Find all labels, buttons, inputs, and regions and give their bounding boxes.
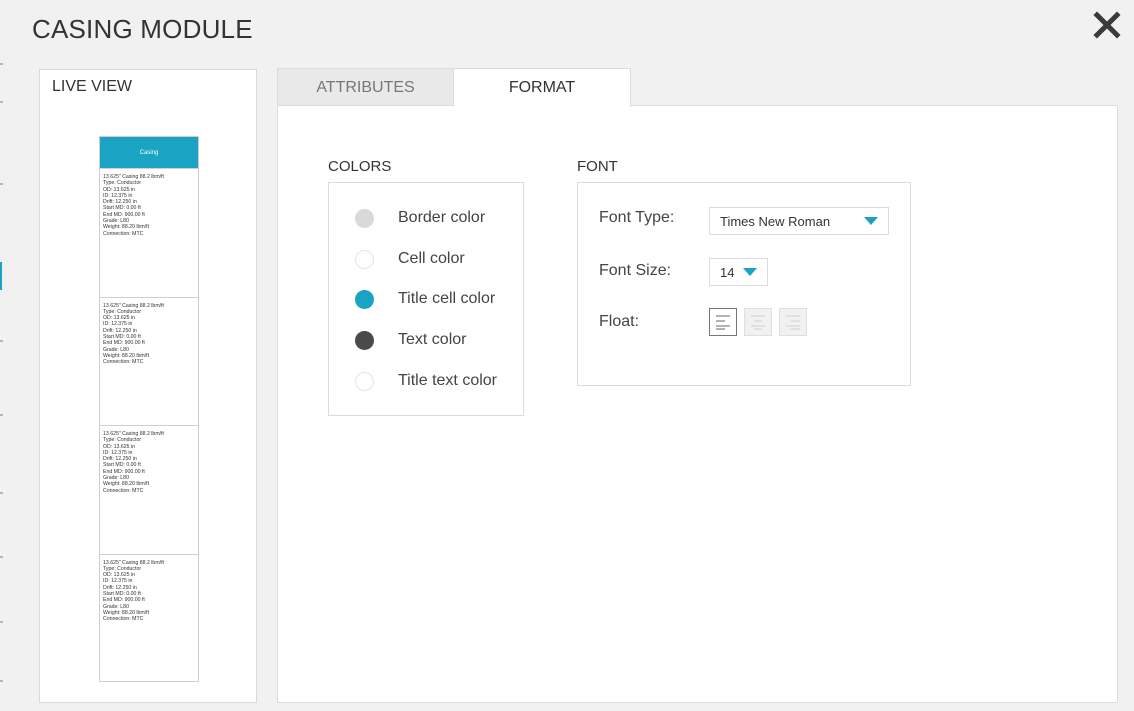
font-type-select[interactable]: Times New Roman [709, 207, 889, 235]
title-text-color-swatch[interactable] [355, 371, 374, 391]
tab-bar: ATTRIBUTES FORMAT [277, 68, 631, 107]
cell-color-swatch[interactable] [355, 249, 374, 269]
color-option-cell[interactable]: Cell color [355, 247, 465, 271]
font-type-label: Font Type: [599, 209, 675, 226]
text-color-swatch[interactable] [355, 330, 374, 350]
font-size-value: 14 [720, 264, 735, 280]
color-option-text[interactable]: Text color [355, 328, 466, 352]
font-heading: FONT [577, 158, 618, 175]
chevron-down-icon [743, 268, 757, 276]
chevron-down-icon [864, 217, 878, 225]
modal-title: CASING MODULE [32, 14, 253, 44]
preview-cell: 13.625" Casing 88.2 lbm/ft Type: Conducto… [100, 425, 198, 554]
live-view-preview-table: Casing 13.625" Casing 88.2 lbm/ft Type: C… [99, 136, 199, 682]
preview-cell: 13.625" Casing 88.2 lbm/ft Type: Conducto… [100, 553, 198, 683]
float-right-button[interactable] [779, 308, 807, 336]
border-color-swatch[interactable] [355, 208, 374, 228]
color-option-label: Title text color [398, 372, 497, 389]
float-left-button[interactable] [709, 308, 737, 336]
font-size-label: Font Size: [599, 262, 672, 279]
align-center-icon [751, 315, 765, 330]
tab-attributes[interactable]: ATTRIBUTES [277, 68, 454, 106]
float-label: Float: [599, 313, 640, 330]
color-option-border[interactable]: Border color [355, 206, 485, 230]
font-box: Font Type: Times New Roman Font Size: 14… [577, 182, 911, 386]
window-edge [0, 0, 3, 711]
close-button[interactable] [1090, 8, 1124, 42]
align-right-icon [786, 315, 800, 330]
live-view-panel: LIVE VIEW Casing 13.625" Casing 88.2 lbm… [39, 69, 257, 703]
font-type-value: Times New Roman [720, 213, 831, 229]
color-option-label: Cell color [398, 250, 465, 267]
font-size-select[interactable]: 14 [709, 258, 768, 286]
colors-heading: COLORS [328, 158, 392, 175]
close-icon [1093, 11, 1121, 39]
tab-format[interactable]: FORMAT [454, 68, 631, 107]
align-left-icon [716, 315, 730, 330]
color-option-label: Border color [398, 209, 486, 226]
preview-cell: 13.625" Casing 88.2 lbm/ft Type: Conducto… [100, 168, 198, 297]
title-cell-color-swatch[interactable] [355, 289, 374, 309]
colors-box: Border color Cell color Title cell color… [328, 182, 524, 416]
live-view-title: LIVE VIEW [52, 78, 133, 95]
preview-title-cell: Casing [100, 137, 198, 168]
color-option-title-cell[interactable]: Title cell color [355, 287, 495, 311]
preview-cell: 13.625" Casing 88.2 lbm/ft Type: Conducto… [100, 296, 198, 426]
color-option-title-text[interactable]: Title text color [355, 369, 497, 393]
format-panel: COLORS Border color Cell color Title cel… [277, 105, 1118, 703]
color-option-label: Text color [398, 331, 467, 348]
color-option-label: Title cell color [398, 290, 496, 307]
float-center-button[interactable] [744, 308, 772, 336]
